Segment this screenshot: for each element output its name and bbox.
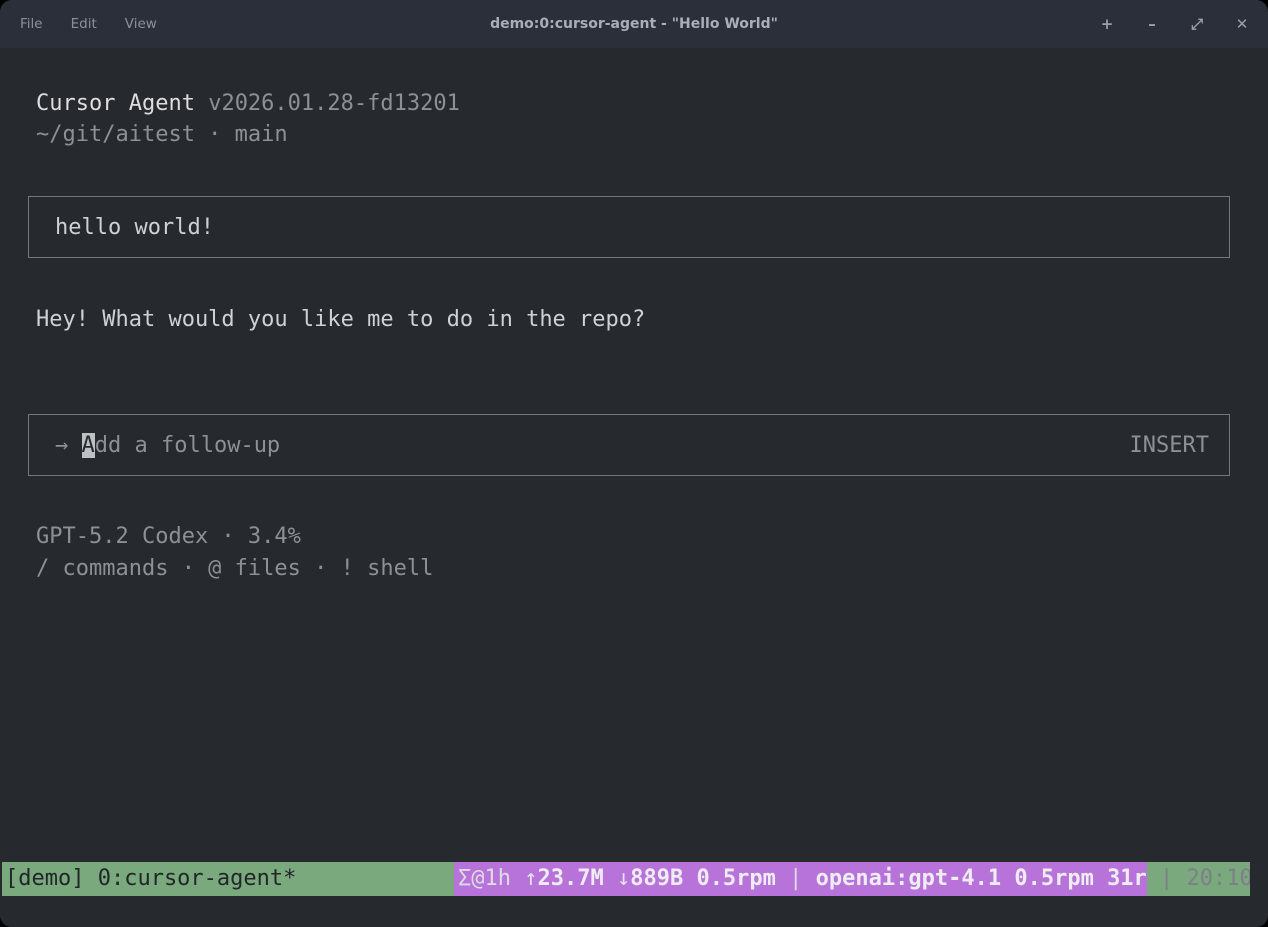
workdir-branch: ~/git/aitest · main: [36, 119, 288, 150]
titlebar: File Edit View demo:0:cursor-agent - "He…: [0, 0, 1268, 48]
model-context-line: GPT-5.2 Codex · 3.4%: [36, 521, 301, 552]
menu-edit[interactable]: Edit: [71, 16, 97, 32]
window-controls: + – ⤢ ✕: [1099, 15, 1268, 33]
app-header: Cursor Agent v2026.01.28-fd13201: [36, 88, 460, 119]
follow-up-input[interactable]: → Add a follow-up INSERT: [28, 414, 1230, 476]
tmux-status-bar: [demo] 0:cursor-agent* Σ@1h ↑23.7M ↓889B…: [2, 862, 1250, 896]
app-version: v2026.01.28-fd13201: [195, 91, 460, 116]
text-cursor: A: [82, 433, 95, 458]
usage-window: Σ@1h: [458, 866, 524, 891]
stats-separator: |: [789, 866, 816, 891]
upload-arrow-icon: ↑: [524, 866, 537, 891]
window-title: demo:0:cursor-agent - "Hello World": [0, 0, 1268, 48]
menu-view[interactable]: View: [125, 16, 157, 32]
user-message: hello world!: [55, 215, 214, 240]
terminal-window: File Edit View demo:0:cursor-agent - "He…: [0, 0, 1268, 927]
download-value: 889B 0.5rpm: [630, 866, 789, 891]
new-tab-icon[interactable]: +: [1099, 15, 1115, 33]
prompt-arrow-icon: →: [55, 433, 82, 458]
shortcut-hints-line: / commands · @ files · ! shell: [36, 553, 433, 584]
maximize-icon[interactable]: ⤢: [1189, 15, 1205, 33]
menubar: File Edit View: [0, 16, 157, 32]
assistant-message: Hey! What would you like me to do in the…: [36, 304, 645, 335]
insert-mode-badge: INSERT: [1130, 433, 1209, 458]
user-message-box: hello world!: [28, 196, 1230, 258]
input-placeholder: dd a follow-up: [95, 433, 280, 458]
terminal-content: Cursor Agent v2026.01.28-fd13201 ~/git/a…: [0, 48, 1268, 927]
clock-segment: | 20:10: [1147, 862, 1250, 896]
usage-stats-segment: Σ@1h ↑23.7M ↓889B 0.5rpm | openai:gpt-4.…: [454, 862, 1147, 896]
menu-file[interactable]: File: [20, 16, 43, 32]
close-icon[interactable]: ✕: [1234, 15, 1250, 33]
tmux-session-window: [demo] 0:cursor-agent*: [2, 862, 454, 896]
download-arrow-icon: ↓: [617, 866, 630, 891]
model-usage: openai:gpt-4.1 0.5rpm 31r: [816, 866, 1147, 891]
upload-value: 23.7M: [537, 866, 616, 891]
minimize-icon[interactable]: –: [1144, 15, 1160, 33]
app-name: Cursor Agent: [36, 91, 195, 116]
